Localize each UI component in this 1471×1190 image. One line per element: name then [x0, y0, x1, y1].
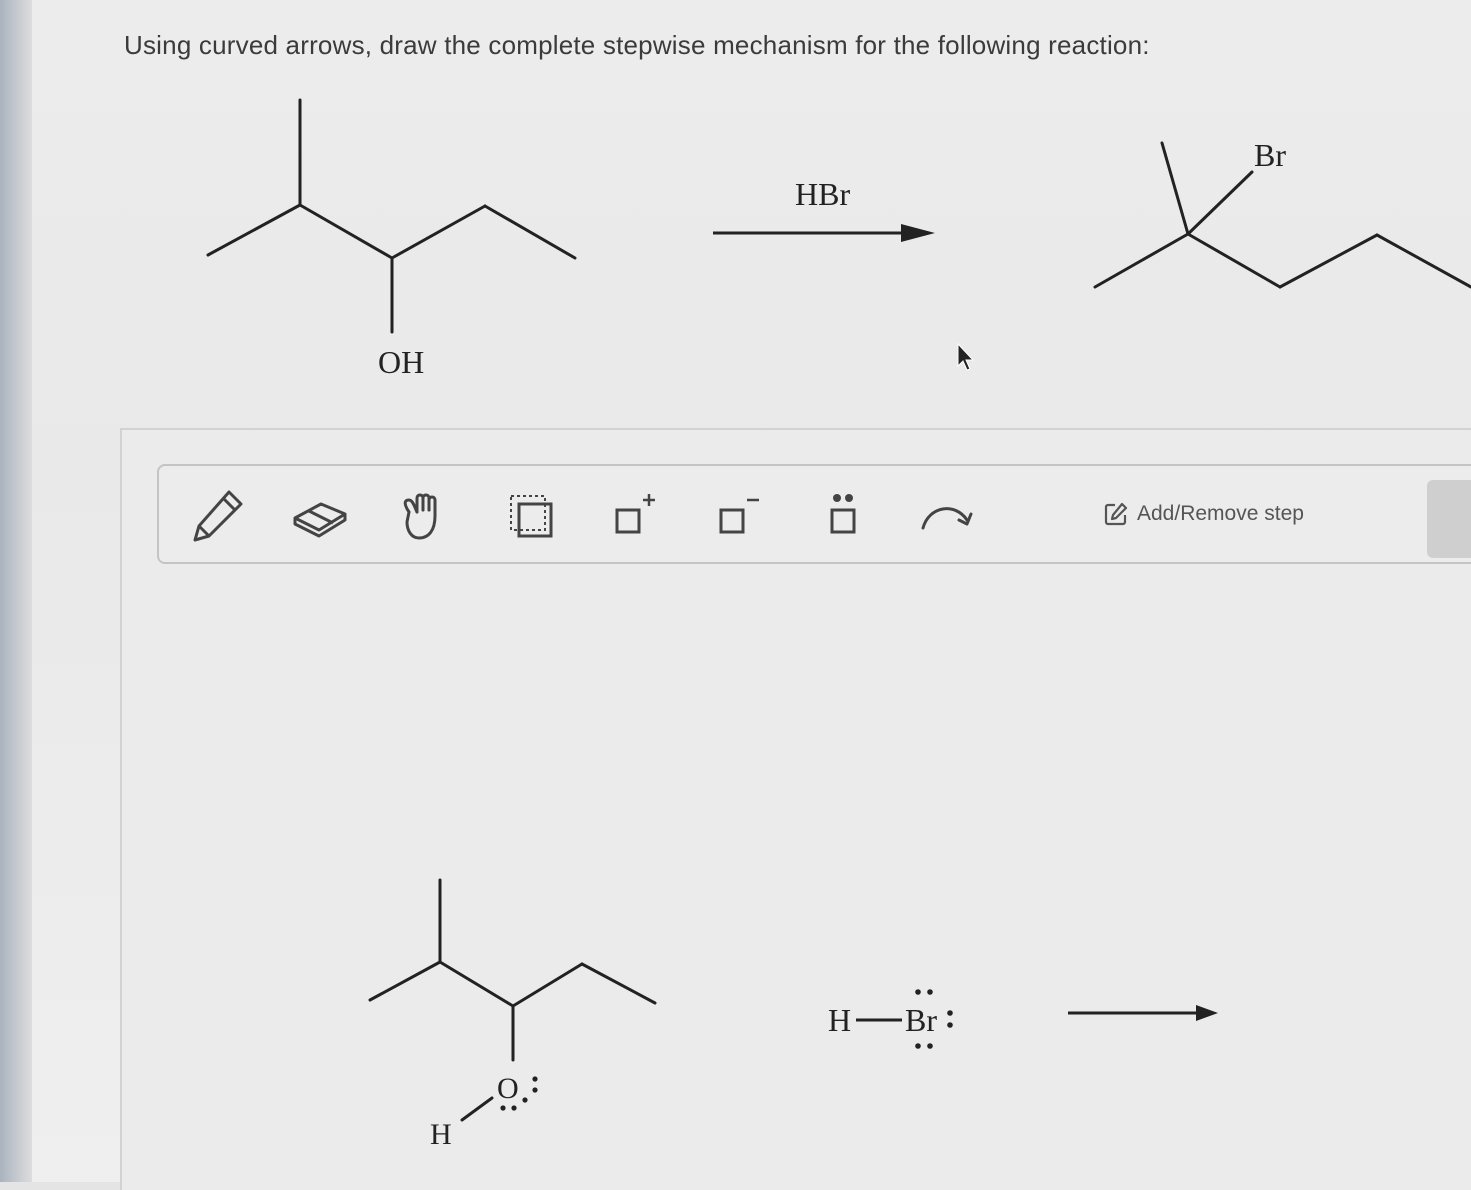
bond	[1160, 141, 1190, 236]
bond	[1186, 170, 1254, 236]
reaction-arrow-head	[901, 224, 935, 242]
drawing-toolbar: Add/Remove step	[157, 464, 1471, 564]
side-panel-button[interactable]	[1427, 480, 1471, 558]
pencil-tool[interactable]	[185, 484, 249, 548]
bond	[1186, 232, 1282, 289]
hand-tool[interactable]	[391, 484, 455, 548]
eraser-tool[interactable]	[287, 484, 351, 548]
bond	[390, 204, 487, 260]
select-tool[interactable]	[499, 484, 563, 548]
eraser-icon	[293, 502, 347, 538]
bond	[1278, 233, 1379, 289]
add-remove-step-label: Add/Remove step	[1137, 502, 1304, 525]
pencil-icon	[193, 490, 243, 542]
bond	[1375, 233, 1471, 289]
product-br-label: Br	[1254, 137, 1286, 173]
bond	[298, 203, 394, 260]
dotted-select-icon	[510, 495, 553, 538]
box-dots-icon	[830, 494, 856, 534]
box-plus-icon	[615, 494, 655, 534]
box-minus-icon	[719, 498, 759, 534]
mouse-cursor-icon	[957, 342, 975, 371]
bond	[206, 203, 302, 257]
positive-charge-tool[interactable]	[599, 484, 663, 548]
bond	[483, 204, 577, 260]
edit-icon	[1104, 502, 1128, 526]
hand-icon	[403, 493, 437, 540]
negative-charge-tool[interactable]	[703, 484, 767, 548]
add-remove-step-button[interactable]: Add/Remove step	[1103, 496, 1304, 532]
reactant-skeleton	[206, 98, 577, 334]
reactant-oh-label: OH	[378, 344, 424, 380]
curved-arrow-icon	[921, 507, 973, 530]
reagent-label: HBr	[795, 176, 850, 212]
curved-arrow-tool[interactable]	[915, 484, 979, 548]
lone-pair-tool[interactable]	[811, 484, 875, 548]
reaction-scheme: OH HBr Br	[206, 98, 1471, 380]
bond	[1093, 232, 1190, 289]
